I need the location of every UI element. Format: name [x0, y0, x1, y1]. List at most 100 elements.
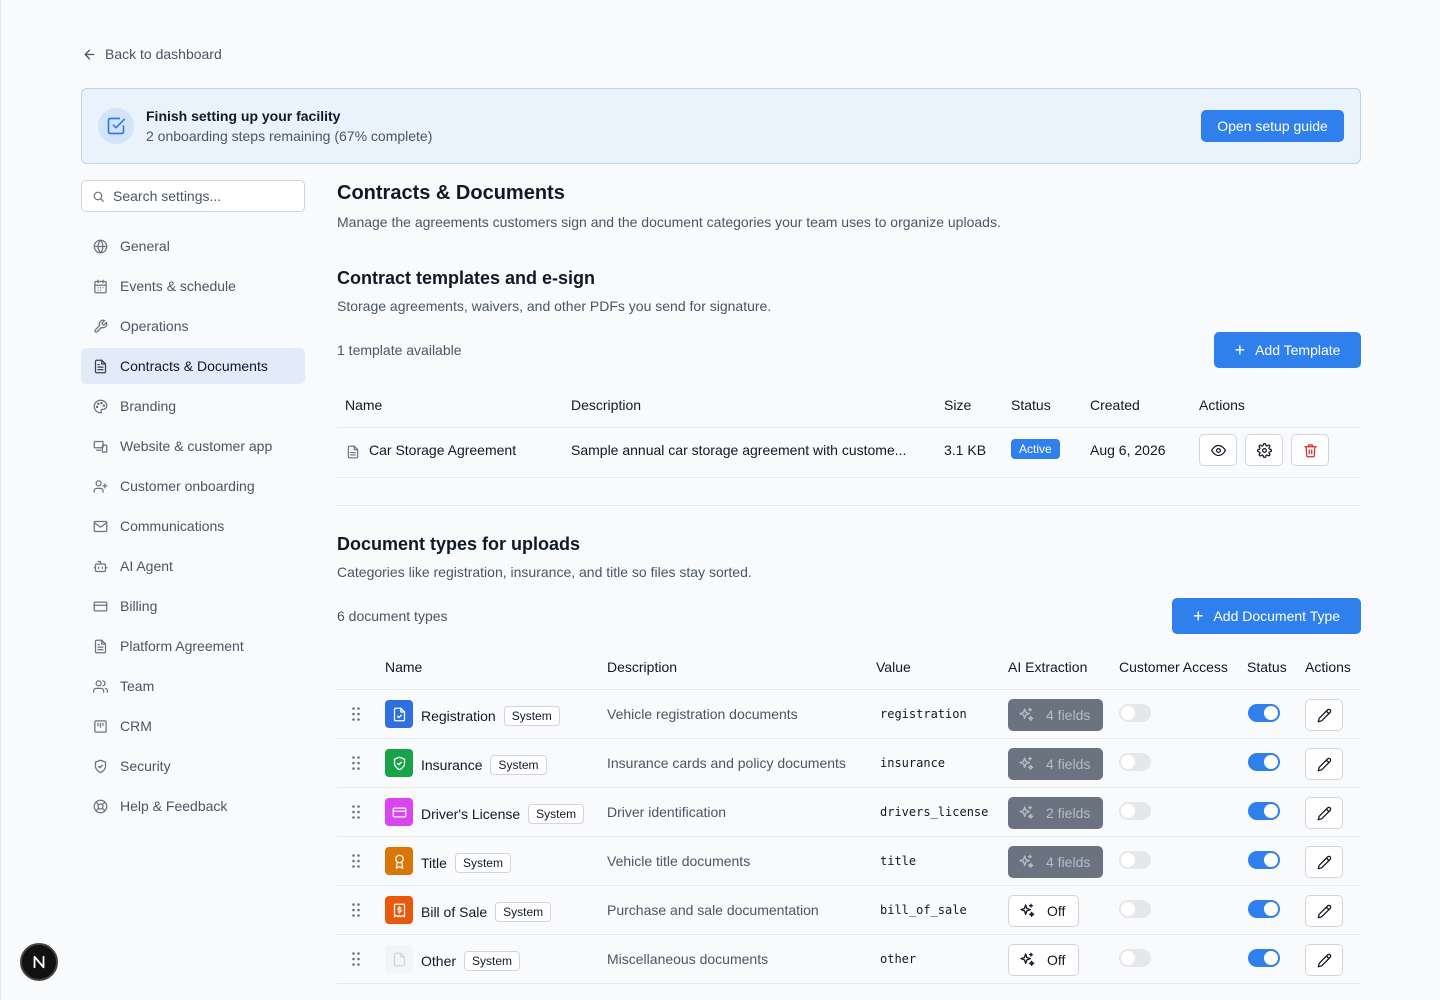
- ai-extraction-button[interactable]: Off: [1008, 895, 1079, 927]
- gear-icon: [1256, 442, 1272, 458]
- drag-handle-icon[interactable]: [351, 755, 361, 771]
- page-subtitle: Manage the agreements customers sign and…: [337, 214, 1001, 230]
- pencil-icon: [1317, 953, 1331, 967]
- drag-handle-icon[interactable]: [351, 853, 361, 869]
- sidebar-item-help-feedback[interactable]: Help & Feedback: [81, 788, 305, 824]
- doc-type-value: registration: [880, 707, 967, 721]
- system-badge: System: [454, 853, 511, 873]
- shield-icon: [393, 756, 405, 770]
- sparkles-icon: [1019, 805, 1034, 819]
- sidebar-item-label: Customer onboarding: [120, 478, 255, 494]
- banner-title: Finish setting up your facility: [146, 108, 341, 124]
- open-setup-guide-button[interactable]: Open setup guide: [1201, 110, 1344, 142]
- template-created: Aug 6, 2026: [1090, 442, 1166, 458]
- status-toggle[interactable]: [1248, 704, 1280, 722]
- sidebar-item-billing[interactable]: Billing: [81, 588, 305, 624]
- drag-handle-icon[interactable]: [351, 951, 361, 967]
- edit-document-type-button[interactable]: [1305, 797, 1343, 829]
- sidebar-item-crm[interactable]: CRM: [81, 708, 305, 744]
- sidebar-item-customer-onboarding[interactable]: Customer onboarding: [81, 468, 305, 504]
- sidebar-item-label: Events & schedule: [120, 278, 236, 294]
- templates-count: 1 template available: [337, 342, 462, 358]
- sparkles-icon: [1020, 903, 1035, 917]
- sidebar-item-events-schedule[interactable]: Events & schedule: [81, 268, 305, 304]
- doc-type-description: Vehicle title documents: [607, 853, 751, 869]
- edit-document-type-button[interactable]: [1305, 748, 1343, 780]
- ai-extraction-button[interactable]: 4 fields: [1008, 846, 1103, 878]
- award-icon-badge: [385, 847, 413, 875]
- file-text-icon: [94, 359, 107, 373]
- status-toggle[interactable]: [1248, 753, 1280, 771]
- customer-access-toggle[interactable]: [1119, 900, 1151, 918]
- shield-icon-badge: [385, 749, 413, 777]
- col-name: Name: [385, 659, 423, 675]
- ai-extraction-label: 4 fields: [1046, 707, 1091, 723]
- ai-extraction-button[interactable]: 4 fields: [1008, 699, 1103, 731]
- arrow-left-icon: [84, 49, 95, 59]
- pencil-icon: [1317, 904, 1331, 918]
- ai-extraction-button[interactable]: 2 fields: [1008, 797, 1103, 829]
- doc-type-name: Bill of Sale: [421, 904, 488, 920]
- edit-document-type-button[interactable]: [1305, 944, 1343, 976]
- templates-table-header: Name Description Size Status Created Act…: [337, 384, 1361, 428]
- customer-access-toggle[interactable]: [1119, 949, 1151, 967]
- edit-document-type-button[interactable]: [1305, 846, 1343, 878]
- sidebar-item-contracts-documents[interactable]: Contracts & Documents: [81, 348, 305, 384]
- drag-handle-icon[interactable]: [351, 804, 361, 820]
- palette-icon: [93, 399, 108, 413]
- sidebar-item-label: Platform Agreement: [120, 638, 244, 654]
- contact-icon: [94, 719, 107, 733]
- system-badge: System: [495, 902, 552, 922]
- doc-type-value: insurance: [880, 756, 946, 770]
- status-toggle[interactable]: [1248, 900, 1280, 918]
- drag-handle-icon[interactable]: [351, 706, 361, 722]
- sidebar-item-communications[interactable]: Communications: [81, 508, 305, 544]
- search-input[interactable]: [113, 188, 293, 204]
- status-badge: Active: [1011, 439, 1060, 459]
- edit-document-type-button[interactable]: [1305, 699, 1343, 731]
- add-document-type-button[interactable]: + Add Document Type: [1172, 598, 1361, 634]
- sidebar-item-website-customer-app[interactable]: Website & customer app: [81, 428, 305, 464]
- sidebar-item-operations[interactable]: Operations: [81, 308, 305, 344]
- doc-type-name-cell: Title System: [421, 853, 511, 873]
- sidebar-item-team[interactable]: Team: [81, 668, 305, 704]
- template-settings-button[interactable]: [1245, 434, 1283, 466]
- ai-extraction-button[interactable]: Off: [1008, 944, 1079, 976]
- customer-access-toggle[interactable]: [1119, 851, 1151, 869]
- sidebar-item-branding[interactable]: Branding: [81, 388, 305, 424]
- customer-access-toggle[interactable]: [1119, 704, 1151, 722]
- col-description: Description: [607, 659, 678, 675]
- id-card-icon: [392, 807, 406, 817]
- sidebar-item-label: AI Agent: [120, 558, 173, 574]
- template-size: 3.1 KB: [944, 442, 987, 458]
- view-template-button[interactable]: [1199, 434, 1237, 466]
- col-created: Created: [1090, 397, 1140, 413]
- sidebar-item-platform-agreement[interactable]: Platform Agreement: [81, 628, 305, 664]
- edit-document-type-button[interactable]: [1305, 895, 1343, 927]
- ai-extraction-label: 2 fields: [1046, 805, 1091, 821]
- status-toggle[interactable]: [1248, 851, 1280, 869]
- customer-access-toggle[interactable]: [1119, 802, 1151, 820]
- table-row: Insurance System Insurance cards and polic…: [337, 739, 1361, 788]
- drag-handle-icon[interactable]: [351, 902, 361, 918]
- status-toggle[interactable]: [1248, 949, 1280, 967]
- doc-type-name-cell: Bill of Sale System: [421, 902, 552, 922]
- pencil-icon: [1317, 757, 1331, 771]
- banner-subtitle: 2 onboarding steps remaining (67% comple…: [146, 128, 433, 144]
- sidebar-item-ai-agent[interactable]: AI Agent: [81, 548, 305, 584]
- table-row: Registration System Vehicle registration d…: [337, 690, 1361, 739]
- add-template-button[interactable]: + Add Template: [1214, 332, 1361, 368]
- delete-template-button[interactable]: [1291, 434, 1329, 466]
- trash-icon: [1303, 443, 1317, 457]
- sidebar-item-security[interactable]: Security: [81, 748, 305, 784]
- app-launcher-button[interactable]: [20, 943, 58, 981]
- file-check-icon: [393, 707, 405, 721]
- status-toggle[interactable]: [1248, 802, 1280, 820]
- customer-access-toggle[interactable]: [1119, 753, 1151, 771]
- page-title: Contracts & Documents: [337, 182, 565, 204]
- back-to-dashboard-link[interactable]: Back to dashboard: [82, 46, 222, 62]
- eye-icon: [1210, 444, 1226, 456]
- table-row: Other System Miscellaneous documents other O…: [337, 935, 1361, 984]
- ai-extraction-button[interactable]: 4 fields: [1008, 748, 1103, 780]
- sidebar-item-general[interactable]: General: [81, 228, 305, 264]
